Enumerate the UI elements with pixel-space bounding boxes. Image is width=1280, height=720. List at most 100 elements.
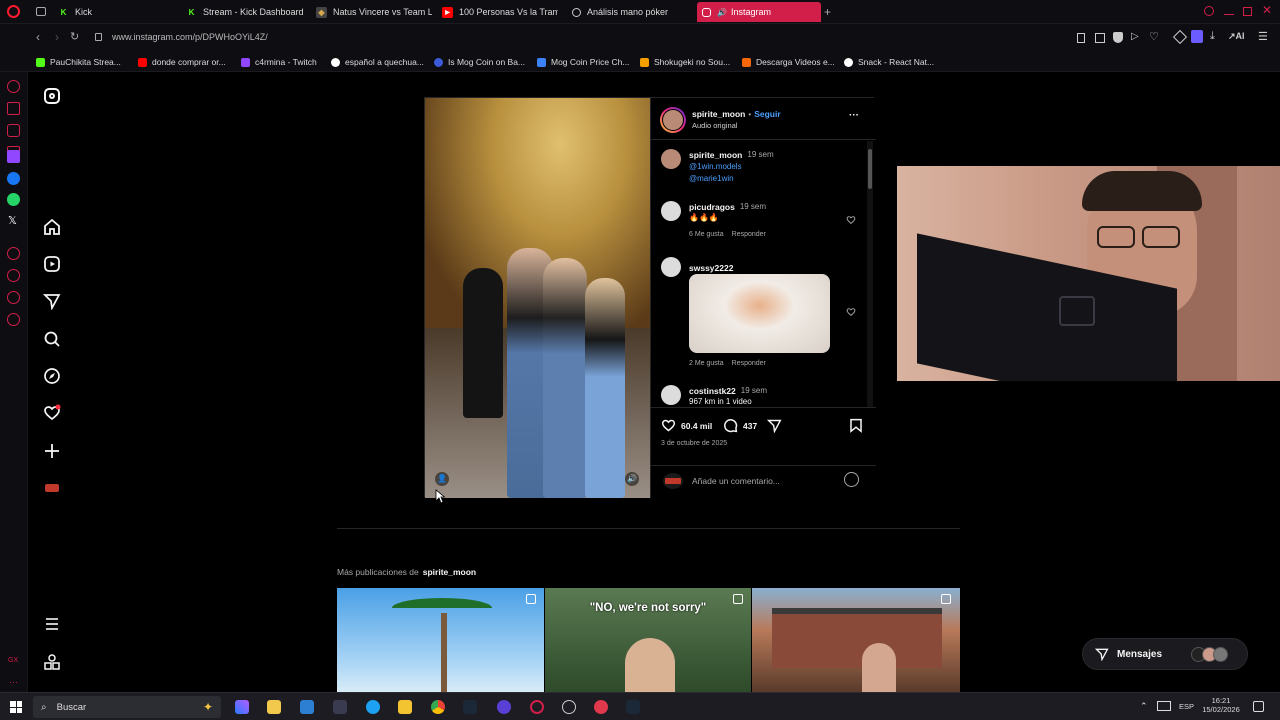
opera-logo-icon[interactable] xyxy=(7,5,20,18)
commenter-avatar[interactable] xyxy=(661,149,681,169)
notification-center-icon[interactable] xyxy=(1253,701,1264,712)
direct-messages-icon[interactable] xyxy=(42,291,62,311)
sidebar-speed-dial-icon[interactable] xyxy=(7,80,20,93)
tray-chevron-icon[interactable]: ⌃ xyxy=(1140,701,1148,712)
heart-bookmark-icon[interactable]: ♡ xyxy=(1149,30,1159,43)
more-post-thumbnail[interactable] xyxy=(337,588,544,692)
more-menu-icon[interactable] xyxy=(42,614,62,634)
comment-count[interactable]: 437 xyxy=(743,421,757,431)
bookmark-item[interactable]: PauChikita Strea... xyxy=(36,55,121,69)
follow-button[interactable]: Seguir xyxy=(754,109,780,119)
emoji-icon[interactable] xyxy=(844,472,859,487)
sidebar-workspace-icon[interactable] xyxy=(7,124,20,137)
comment-input[interactable]: Añade un comentario... xyxy=(692,476,780,486)
aria-ai-icon[interactable]: ↗AI xyxy=(1228,31,1245,42)
save-bookmark-icon[interactable] xyxy=(849,418,863,433)
commenter-avatar[interactable] xyxy=(661,201,681,221)
steam-icon[interactable] xyxy=(626,700,640,714)
more-options-icon[interactable]: ··· xyxy=(849,110,859,121)
x-twitter-icon[interactable]: 𝕏 xyxy=(8,214,17,227)
notifications-heart-icon[interactable] xyxy=(42,403,62,423)
more-posts-username[interactable]: spirite_moon xyxy=(423,567,476,577)
app-icon[interactable] xyxy=(333,700,347,714)
adblock-shield-icon[interactable] xyxy=(1113,32,1123,43)
commenter-username[interactable]: costinstk22 xyxy=(689,386,736,396)
bookmark-item[interactable]: c4rmina - Twitch xyxy=(241,55,317,69)
vscode-icon[interactable] xyxy=(300,700,314,714)
comment-likes[interactable]: 2 Me gusta xyxy=(689,360,724,367)
create-plus-icon[interactable] xyxy=(42,441,62,461)
bookmark-item[interactable]: Is Mog Coin on Ba... xyxy=(434,55,525,69)
bookmark-item[interactable]: Descarga Videos e... xyxy=(742,55,835,69)
home-icon[interactable] xyxy=(42,217,62,237)
tab-instagram[interactable]: 🔊 Instagram xyxy=(697,2,821,22)
new-tab-button[interactable]: + xyxy=(824,5,831,19)
sidebar-more-icon[interactable]: ··· xyxy=(9,677,18,687)
reply-button[interactable]: Responder xyxy=(732,360,766,367)
bookmark-item[interactable]: donde comprar or... xyxy=(138,55,226,69)
comments-scrollbar[interactable] xyxy=(867,141,873,407)
bookmark-page-icon[interactable] xyxy=(1077,33,1085,43)
messages-button[interactable]: Mensajes xyxy=(1082,638,1248,670)
opera-icon[interactable] xyxy=(594,700,608,714)
sidebar-aria-icon[interactable] xyxy=(7,102,20,115)
explore-icon[interactable] xyxy=(42,366,62,386)
chrome-icon[interactable] xyxy=(431,700,445,714)
url-field[interactable]: www.instagram.com/p/DPWHoOYiL4Z/ xyxy=(112,32,268,42)
instagram-logo-icon[interactable] xyxy=(42,86,62,106)
volume-icon[interactable]: 🔊 xyxy=(625,472,639,486)
extensions-icon[interactable] xyxy=(1172,29,1188,45)
mention-link[interactable]: @marie1win xyxy=(689,174,734,183)
maximize-icon[interactable] xyxy=(1243,7,1252,16)
whatsapp-icon[interactable] xyxy=(7,193,20,206)
like-icon[interactable] xyxy=(661,418,676,433)
sidebar-pinboard-icon[interactable] xyxy=(7,291,20,304)
commenter-avatar[interactable] xyxy=(661,385,681,405)
comment-like-icon[interactable] xyxy=(846,307,856,317)
easy-setup-icon[interactable]: ☰ xyxy=(1258,30,1268,43)
messenger-icon[interactable] xyxy=(7,172,20,185)
close-window-icon[interactable]: ✕ xyxy=(1262,3,1272,17)
sidebar-history-icon[interactable] xyxy=(7,269,20,282)
comment-image[interactable] xyxy=(689,274,830,353)
comment-likes[interactable]: 6 Me gusta xyxy=(689,231,724,238)
commenter-username[interactable]: swssy2222 xyxy=(689,263,733,273)
extension-app-icon[interactable] xyxy=(1191,30,1203,43)
taskbar-search[interactable]: ⌕ Buscar ✦ xyxy=(33,696,221,718)
steam-icon[interactable] xyxy=(463,700,477,714)
bookmark-item[interactable]: español a quechua... xyxy=(331,55,424,69)
comment-icon[interactable] xyxy=(723,418,738,433)
like-count[interactable]: 60.4 mil xyxy=(681,421,712,431)
twitch-icon[interactable] xyxy=(7,150,20,163)
language-indicator[interactable]: ESP xyxy=(1179,702,1194,711)
audio-label[interactable]: Audio original xyxy=(692,121,737,130)
copilot-icon[interactable] xyxy=(235,700,249,714)
tagged-users-icon[interactable]: 👤 xyxy=(435,472,449,486)
tab-navi-vs-liquid[interactable]: ◆ Natus Vincere vs Team Liq xyxy=(316,2,432,22)
sidebar-settings-icon[interactable] xyxy=(7,313,20,326)
bookmark-item[interactable]: Shokugeki no Sou... xyxy=(640,55,730,69)
obs-icon[interactable] xyxy=(497,700,511,714)
sidebar-gx-icon[interactable]: GX xyxy=(8,657,18,664)
download-icon[interactable]: ⤓ xyxy=(1210,30,1215,43)
windows-start-icon[interactable] xyxy=(10,701,22,713)
tab-youtube-video[interactable]: ▶ 100 Personas Vs la Tramp xyxy=(442,2,558,22)
tab-kick-dashboard[interactable]: K Stream - Kick Dashboard xyxy=(186,2,308,22)
taskbar-search-input[interactable]: Buscar xyxy=(57,702,87,713)
forward-icon[interactable]: › xyxy=(55,30,59,44)
clock[interactable]: 16:21 15/02/2026 xyxy=(1201,696,1241,714)
tabs-menu-icon[interactable] xyxy=(36,7,46,16)
commenter-username[interactable]: spirite_moon xyxy=(689,150,742,160)
app-icon[interactable] xyxy=(562,700,576,714)
keyboard-icon[interactable] xyxy=(1157,701,1171,711)
tab-poker[interactable]: Análisis mano póker xyxy=(572,2,692,22)
snapshot-icon[interactable] xyxy=(1095,33,1105,43)
comment-like-icon[interactable] xyxy=(846,215,856,225)
share-icon[interactable] xyxy=(767,418,782,433)
more-post-thumbnail[interactable] xyxy=(752,588,960,692)
back-icon[interactable]: ‹ xyxy=(36,30,40,44)
also-from-meta-icon[interactable] xyxy=(42,652,62,672)
tab-kick[interactable]: K Kick xyxy=(58,2,178,22)
profile-avatar[interactable] xyxy=(42,478,62,498)
opera-gx-icon[interactable] xyxy=(530,700,544,714)
